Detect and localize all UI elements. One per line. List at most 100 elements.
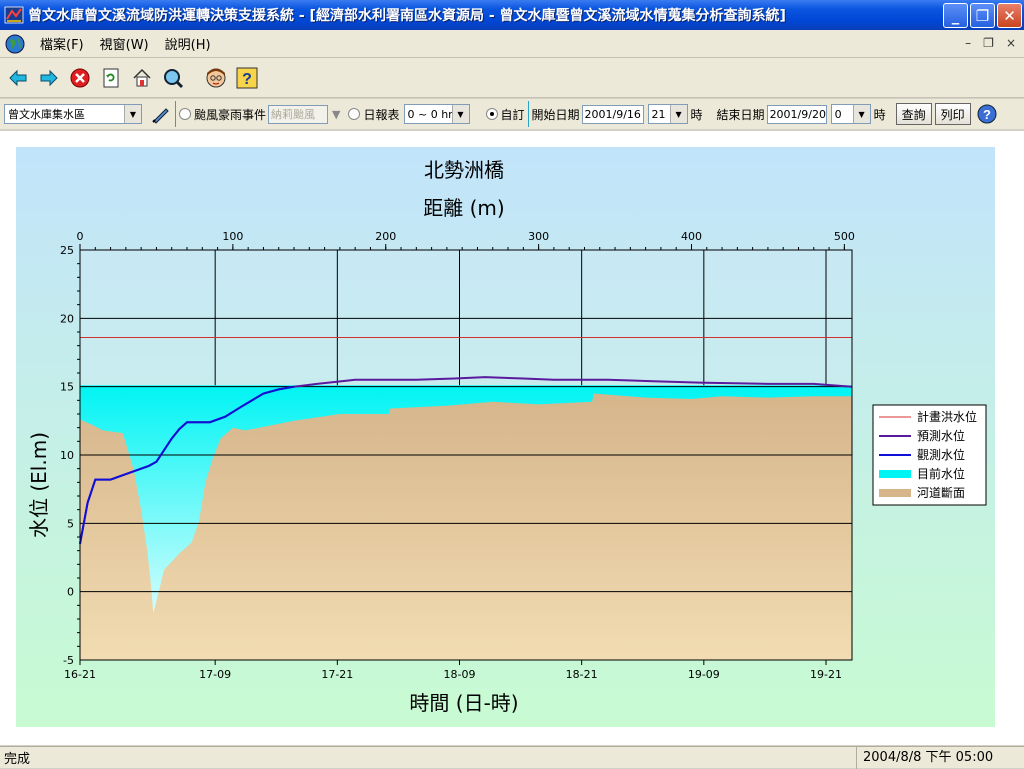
time-tick-label: 17-21 [321,668,353,681]
top-tick-label: 300 [528,230,549,243]
end-date-field[interactable]: 2001/9/20 [766,104,827,124]
forward-arrow-icon [40,69,58,86]
chevron-down-icon: ▼ [669,105,687,123]
legend-label: 預測水位 [917,428,965,443]
y-tick-label: 5 [67,517,74,530]
typhoon-label: 颱風豪雨事件 [194,107,267,122]
time-tick-label: 18-09 [444,668,476,681]
water-level-chart: 北勢洲橋 距離 (m) 時間 (日-時) 水位 (El.m) -5 0 5 10 15 2… [16,147,995,727]
search-button[interactable] [159,64,186,91]
back-arrow-icon [8,69,26,86]
menu-window[interactable]: 視窗(W) [92,34,157,53]
time-tick-label: 19-21 [810,668,842,681]
toolbar: ? [0,58,1024,98]
minimize-icon: _ [951,6,960,25]
start-hour-value: 21 [651,107,666,121]
end-hour-unit: 時 [873,107,886,122]
close-button[interactable]: ✕ [997,3,1022,28]
legend-label: 河道斷面 [917,486,965,500]
start-date-label: 開始日期 [531,107,580,122]
window-title: 曾文水庫曾文溪流域防洪運轉決策支援系統 - [經濟部水利署南區水資源局 - 曾文… [28,8,786,24]
user-face-icon [206,68,225,87]
end-hour-value: 0 [834,107,842,121]
top-tick-label: 200 [375,230,396,243]
time-tick-label: 16-21 [64,668,96,681]
user-button[interactable] [202,64,229,91]
time-tick-label: 18-21 [566,668,598,681]
back-button[interactable] [4,64,31,91]
top-tick-label: 0 [77,230,84,243]
y-tick-label: 10 [60,449,74,462]
home-button[interactable] [128,64,155,91]
legend-swatch [879,489,911,497]
y-tick-label: -5 [63,654,74,667]
title-bar: 曾文水庫曾文溪流域防洪運轉決策支援系統 - [經濟部水利署南區水資源局 - 曾文… [0,0,1024,30]
app-icon[interactable] [4,5,24,25]
svg-text:?: ? [983,107,991,122]
minimize-button[interactable]: _ [943,3,968,28]
typhoon-radio[interactable] [179,108,191,120]
content-area: 北勢洲橋 距離 (m) 時間 (日-時) 水位 (El.m) -5 0 5 10 15 2… [0,131,1024,745]
legend-label: 目前水位 [917,466,965,481]
start-date-field[interactable]: 2001/9/16 [581,104,644,124]
y-tick-label: 15 [60,381,74,394]
help-glasses-icon: ? [236,67,257,88]
stop-icon [70,68,89,87]
status-datetime: 2004/8/8 下午 05:00 [856,746,1012,769]
chevron-down-icon: ▼ [124,105,141,123]
daily-report-radio[interactable] [348,108,361,120]
typhoon-dropdown-icon[interactable]: ▼ [332,108,340,121]
top-tick-label: 400 [681,230,702,243]
menu-file[interactable]: 檔案(F) [32,34,92,53]
end-hour-select[interactable]: 0 ▼ [830,104,871,124]
query-button[interactable]: 查詢 [895,103,932,125]
menu-help[interactable]: 說明(H) [157,34,219,53]
stop-button[interactable] [66,64,93,91]
top-tick-label: 500 [834,230,855,243]
daily-hour-select[interactable]: 0 ~ 0 hr ▼ [403,104,470,124]
typhoon-event-field[interactable]: 納莉颱風 [268,104,329,124]
y-tick-label: 25 [60,244,74,257]
print-button[interactable]: 列印 [934,103,971,125]
y-tick-label: 0 [67,586,74,599]
chart-container: 北勢洲橋 距離 (m) 時間 (日-時) 水位 (El.m) -5 0 5 10 15 2… [16,147,995,727]
custom-radio[interactable] [485,108,498,120]
search-globe-icon [163,68,183,88]
start-hour-unit: 時 [690,107,703,122]
chevron-down-icon: ▼ [451,105,469,123]
y-axis-label: 水位 (El.m) [27,432,51,538]
mdi-minimize-button[interactable]: – [965,36,971,50]
start-hour-select[interactable]: 21 ▼ [647,104,688,124]
time-tick-label: 19-09 [688,668,720,681]
globe-icon [4,33,26,55]
legend-label: 計畫洪水位 [917,409,977,424]
y-tick-label: 20 [60,312,74,325]
menu-bar: 檔案(F) 視窗(W) 說明(H) – ❐ × [0,30,1024,58]
area-select[interactable]: 曾文水庫集水區 ▼ [4,104,142,124]
refresh-icon [103,68,118,87]
maximize-icon: ❐ [975,6,990,25]
status-bar: 完成 2004/8/8 下午 05:00 [0,746,1024,769]
forward-button[interactable] [35,64,62,91]
daily-hour-value: 0 ~ 0 hr [407,107,453,121]
help-icon[interactable]: ? [977,104,997,124]
help-button[interactable]: ? [233,64,260,91]
top-axis-label: 距離 (m) [423,196,504,220]
top-tick-label: 100 [222,230,243,243]
legend-label: 觀測水位 [917,447,965,462]
status-text: 完成 [4,752,31,767]
custom-label: 自訂 [500,107,525,122]
maximize-button[interactable]: ❐ [970,3,995,28]
chart-title: 北勢洲橋 [424,158,504,182]
legend-swatch [879,470,911,478]
query-bar: 曾文水庫集水區 ▼ 颱風豪雨事件 納莉颱風 ▼ 日報表 0 ~ 0 hr ▼ 自… [0,99,1024,129]
pen-icon[interactable] [150,103,172,125]
mdi-restore-button[interactable]: ❐ [983,36,994,50]
mdi-close-button[interactable]: × [1006,36,1016,50]
chevron-down-icon: ▼ [852,105,870,123]
end-date-label: 結束日期 [716,107,765,122]
daily-report-label: 日報表 [363,107,400,122]
refresh-button[interactable] [97,64,124,91]
x-axis-label: 時間 (日-時) [409,691,518,715]
svg-text:?: ? [242,71,252,88]
